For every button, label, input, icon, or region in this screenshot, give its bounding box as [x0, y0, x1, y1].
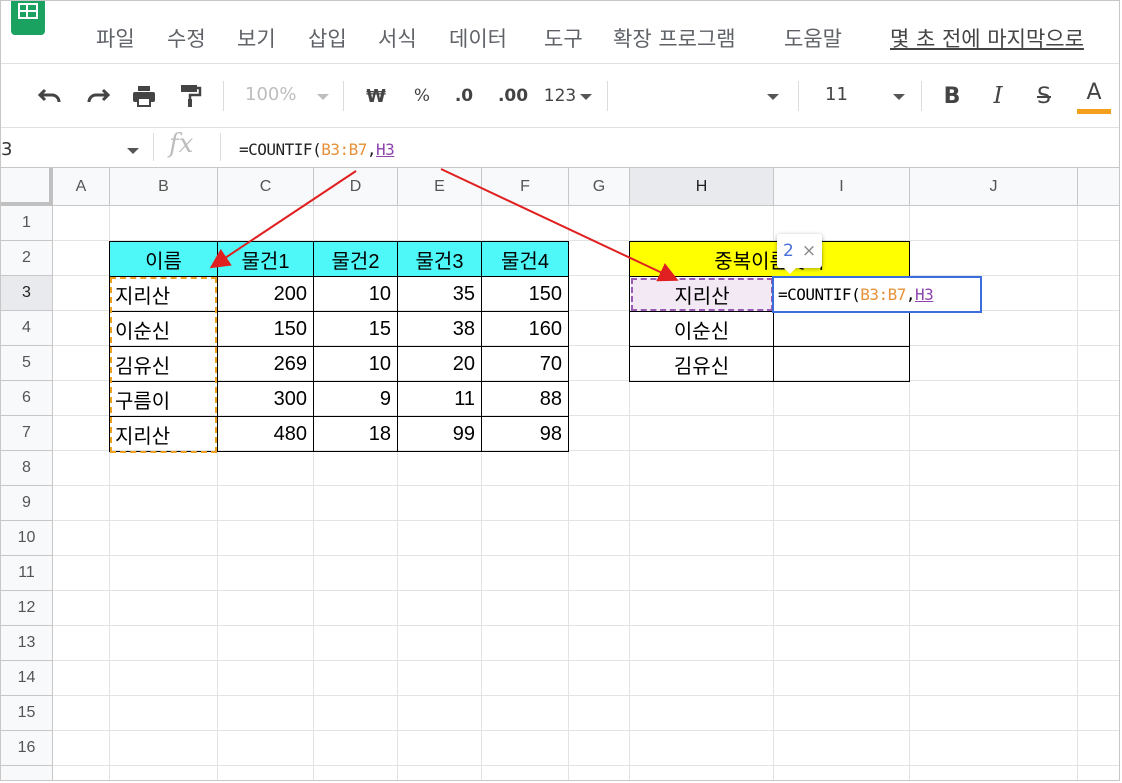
arrow-to-h3 [440, 168, 679, 282]
sheets-window: 파일 수정 보기 삽입 서식 데이터 도구 확장 프로그램 도움말 몇 초 전에… [0, 0, 1120, 781]
arrow-to-range [209, 170, 357, 269]
annotation-arrows [209, 168, 679, 282]
